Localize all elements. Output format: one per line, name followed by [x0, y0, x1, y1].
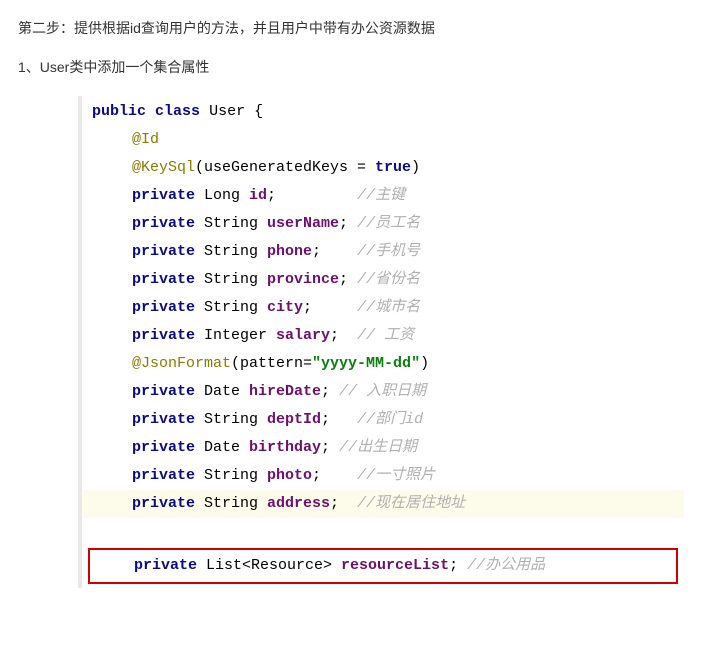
paren: (useGeneratedKeys = [195, 159, 375, 176]
identifier: id [249, 187, 267, 204]
keyword: private [132, 467, 195, 484]
keyword: private [132, 439, 195, 456]
type: Date [195, 439, 249, 456]
keyword: true [375, 159, 411, 176]
semicolon: ; [321, 411, 330, 428]
comment: //一寸照片 [357, 467, 435, 484]
comment: //部门id [357, 411, 423, 428]
keyword: private [132, 215, 195, 232]
comment: //省份名 [357, 271, 420, 288]
identifier: photo [267, 467, 312, 484]
comment: //手机号 [357, 243, 420, 260]
identifier: birthday [249, 439, 321, 456]
comment: // 工资 [357, 327, 414, 344]
keyword: private [132, 495, 195, 512]
type: String [195, 271, 267, 288]
identifier: deptId [267, 411, 321, 428]
code-line: private String userName; //员工名 [82, 210, 684, 238]
identifier: hireDate [249, 383, 321, 400]
code-block: public class User { @Id @KeySql(useGener… [78, 96, 684, 588]
comment: //出生日期 [339, 439, 417, 456]
comment: //员工名 [357, 215, 420, 232]
type: Date [195, 383, 249, 400]
comment: //城市名 [357, 299, 420, 316]
annotation: @JsonFormat [132, 355, 231, 372]
semicolon: ; [449, 557, 458, 574]
comment: //办公用品 [467, 557, 545, 574]
paren: (pattern= [231, 355, 312, 372]
identifier: address [267, 495, 330, 512]
blank-line [82, 518, 684, 536]
code-line: private String phone; //手机号 [82, 238, 684, 266]
identifier: province [267, 271, 339, 288]
semicolon: ; [339, 215, 348, 232]
type: String [195, 411, 267, 428]
comment: //现在居住地址 [357, 495, 465, 512]
code-line: private Date birthday; //出生日期 [82, 434, 684, 462]
type: String [195, 299, 267, 316]
paren: ) [411, 159, 420, 176]
keyword: private [132, 271, 195, 288]
semicolon: ; [312, 243, 321, 260]
step-sub: 1、User类中添加一个集合属性 [18, 57, 684, 78]
semicolon: ; [330, 327, 339, 344]
keyword: private [132, 187, 195, 204]
comment: //主键 [357, 187, 405, 204]
paren: ) [420, 355, 429, 372]
step-heading: 第二步：提供根据id查询用户的方法，并且用户中带有办公资源数据 [18, 18, 684, 39]
code-line: public class User { [82, 98, 684, 126]
code-line: private String deptId; //部门id [82, 406, 684, 434]
keyword: private [132, 383, 195, 400]
brace: { [245, 103, 263, 120]
type: Integer [195, 327, 276, 344]
code-line: @KeySql(useGeneratedKeys = true) [82, 154, 684, 182]
code-line: @Id [82, 126, 684, 154]
keyword: private [132, 327, 195, 344]
type: List<Resource> [197, 557, 341, 574]
code-line: private String province; //省份名 [82, 266, 684, 294]
code-line: private Integer salary; // 工资 [82, 322, 684, 350]
keyword: private [132, 411, 195, 428]
code-line: @JsonFormat(pattern="yyyy-MM-dd") [82, 350, 684, 378]
comment: // 入职日期 [339, 383, 426, 400]
identifier: phone [267, 243, 312, 260]
code-line: private String photo; //一寸照片 [82, 462, 684, 490]
code-line: private Date hireDate; // 入职日期 [82, 378, 684, 406]
semicolon: ; [267, 187, 276, 204]
semicolon: ; [339, 271, 348, 288]
semicolon: ; [303, 299, 312, 316]
keyword: private [132, 299, 195, 316]
code-line: private List<Resource> resourceList; //办… [90, 552, 676, 580]
keyword: class [155, 103, 200, 120]
semicolon: ; [330, 495, 339, 512]
string: "yyyy-MM-dd" [312, 355, 420, 372]
identifier: resourceList [341, 557, 449, 574]
class-name: User [209, 103, 245, 120]
type: String [195, 495, 267, 512]
code-line: private Long id; //主键 [82, 182, 684, 210]
type: String [195, 243, 267, 260]
code-line-highlighted: private String address; //现在居住地址 [82, 490, 684, 518]
annotation: @Id [132, 131, 159, 148]
semicolon: ; [312, 467, 321, 484]
code-line: private String city; //城市名 [82, 294, 684, 322]
type: Long [195, 187, 249, 204]
identifier: city [267, 299, 303, 316]
keyword: private [132, 243, 195, 260]
semicolon: ; [321, 383, 330, 400]
annotation: @KeySql [132, 159, 195, 176]
highlight-box: private List<Resource> resourceList; //办… [88, 548, 678, 584]
type: String [195, 215, 267, 232]
semicolon: ; [321, 439, 330, 456]
identifier: salary [276, 327, 330, 344]
keyword: public [92, 103, 146, 120]
keyword: private [134, 557, 197, 574]
identifier: userName [267, 215, 339, 232]
type: String [195, 467, 267, 484]
